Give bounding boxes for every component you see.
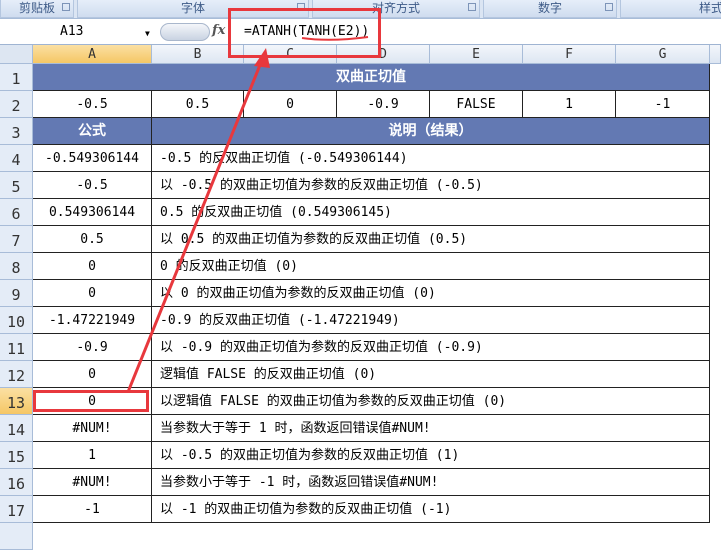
annotation-arrow: [126, 36, 369, 393]
